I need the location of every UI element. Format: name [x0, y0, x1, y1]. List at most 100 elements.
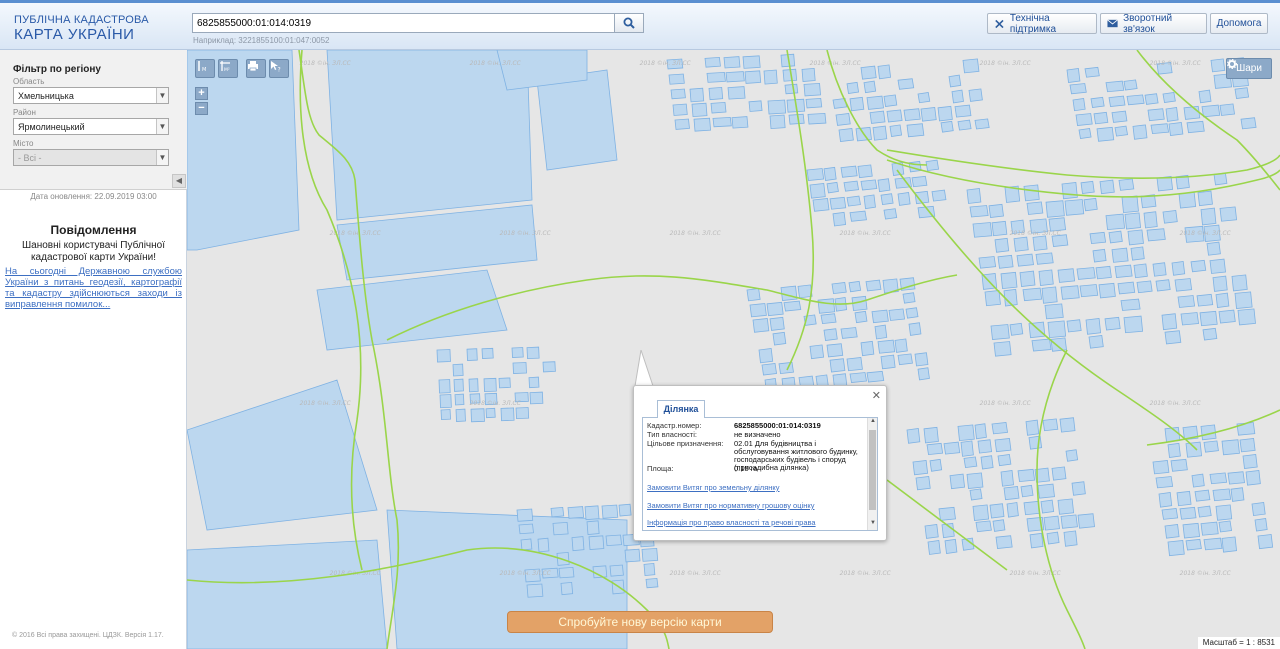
parcel[interactable] — [780, 285, 798, 302]
parcel[interactable] — [920, 107, 937, 122]
parcel[interactable] — [951, 89, 964, 104]
parcel[interactable] — [954, 104, 972, 118]
parcel[interactable] — [889, 124, 903, 138]
parcel[interactable] — [1025, 419, 1040, 436]
parcel[interactable] — [823, 166, 837, 181]
parcel[interactable] — [708, 86, 724, 101]
parcel[interactable] — [1254, 518, 1268, 532]
parcel[interactable] — [972, 504, 990, 521]
parcel[interactable] — [1183, 105, 1201, 120]
parcel[interactable] — [938, 506, 956, 521]
parcel[interactable] — [766, 301, 784, 317]
parcel[interactable] — [1071, 481, 1086, 496]
parcel[interactable] — [888, 308, 906, 321]
tab-parcel[interactable]: Ділянка — [657, 400, 705, 418]
parcel[interactable] — [997, 454, 1012, 467]
parcel[interactable] — [1006, 502, 1019, 518]
notice-link[interactable]: На сьогодні Державною службою України з … — [5, 266, 182, 310]
parcel[interactable] — [1118, 178, 1135, 191]
parcel[interactable] — [1136, 280, 1153, 294]
parcel[interactable] — [906, 123, 925, 138]
parcel[interactable] — [725, 71, 745, 83]
parcel[interactable] — [1245, 470, 1261, 486]
scroll-up-icon[interactable]: ▲ — [868, 418, 877, 428]
parcel[interactable] — [1023, 500, 1041, 516]
parcel[interactable] — [1023, 184, 1040, 202]
parcel[interactable] — [529, 391, 544, 405]
parcel[interactable] — [1000, 271, 1018, 290]
parcel[interactable] — [1060, 285, 1080, 300]
parcel[interactable] — [1197, 190, 1213, 207]
parcel[interactable] — [187, 539, 388, 649]
parcel[interactable] — [783, 300, 802, 312]
parcel[interactable] — [1251, 502, 1266, 517]
parcel[interactable] — [1257, 534, 1274, 550]
parcel[interactable] — [1227, 471, 1245, 485]
parcel[interactable] — [902, 292, 916, 304]
zoom-in-button[interactable]: + — [195, 87, 208, 100]
parcel[interactable] — [1146, 228, 1166, 242]
parcel[interactable] — [1161, 508, 1179, 520]
parcel[interactable] — [980, 455, 994, 470]
parcel[interactable] — [829, 196, 847, 210]
parcel[interactable] — [498, 377, 511, 389]
parcel[interactable] — [1182, 522, 1201, 539]
parcel[interactable] — [840, 327, 858, 339]
parcel[interactable] — [832, 211, 847, 227]
parcel[interactable] — [1215, 504, 1233, 521]
parcel[interactable] — [1095, 265, 1112, 280]
parcel[interactable] — [931, 189, 947, 202]
parcel[interactable] — [924, 524, 939, 539]
parcel[interactable] — [846, 357, 863, 372]
parcel[interactable] — [1190, 259, 1207, 273]
parcel[interactable] — [691, 102, 708, 118]
parcel[interactable] — [746, 288, 761, 302]
parcel[interactable] — [1016, 253, 1034, 267]
parcel[interactable] — [977, 439, 993, 454]
parcel[interactable] — [1144, 93, 1159, 105]
parcel[interactable] — [917, 367, 930, 381]
parcel[interactable] — [966, 188, 982, 204]
parcel[interactable] — [588, 535, 605, 550]
parcel[interactable] — [1185, 538, 1202, 551]
parcel[interactable] — [727, 86, 746, 100]
parcel[interactable] — [826, 181, 839, 194]
parcel[interactable] — [846, 81, 860, 94]
parcel[interactable] — [749, 303, 767, 318]
parcel[interactable] — [706, 71, 726, 83]
parcel[interactable] — [835, 113, 851, 126]
parcel[interactable] — [974, 118, 990, 130]
parcel[interactable] — [436, 349, 451, 363]
parcel[interactable] — [1038, 269, 1054, 287]
parcel[interactable] — [1051, 466, 1067, 481]
parcel[interactable] — [1218, 520, 1233, 533]
parcel[interactable] — [1132, 124, 1148, 140]
parcel[interactable] — [995, 535, 1013, 549]
parcel[interactable] — [923, 426, 939, 444]
parcel[interactable] — [1105, 213, 1126, 231]
parcel[interactable] — [731, 116, 749, 129]
parcel[interactable] — [761, 363, 778, 376]
parcel[interactable] — [769, 114, 786, 130]
parcel[interactable] — [829, 358, 846, 373]
parcel[interactable] — [466, 348, 478, 361]
parcel[interactable] — [1057, 498, 1075, 515]
parcel[interactable] — [1199, 310, 1218, 327]
parcel[interactable] — [809, 183, 826, 199]
parcel[interactable] — [453, 378, 464, 392]
parcel[interactable] — [925, 159, 940, 172]
parcel[interactable] — [693, 117, 712, 132]
parcel[interactable] — [897, 78, 915, 90]
parcel[interactable] — [1114, 125, 1129, 137]
parcel[interactable] — [1013, 236, 1029, 252]
parcel[interactable] — [784, 83, 799, 95]
parcel[interactable] — [520, 538, 533, 551]
parcel[interactable] — [1171, 261, 1186, 276]
parcel[interactable] — [1061, 182, 1078, 200]
parcel[interactable] — [670, 88, 686, 100]
parcel[interactable] — [992, 519, 1006, 532]
parcel[interactable] — [1077, 513, 1095, 529]
parcel[interactable] — [1019, 270, 1036, 287]
support-button[interactable]: Технічна підтримка — [987, 13, 1097, 35]
parcel[interactable] — [1200, 207, 1217, 226]
